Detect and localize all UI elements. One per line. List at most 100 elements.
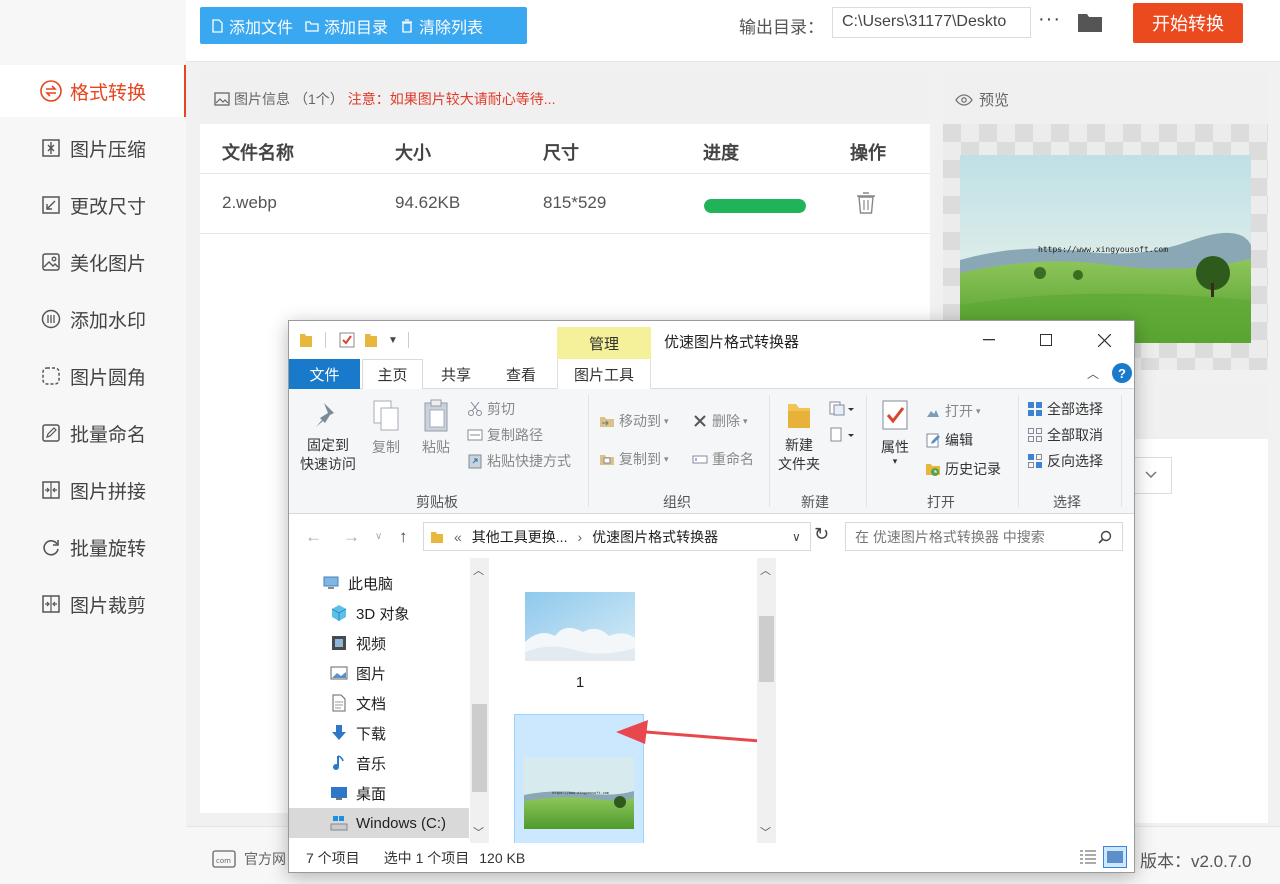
divider [407,332,409,348]
delete-row-icon[interactable] [856,191,876,215]
sidebar-item-round-corner[interactable]: 图片圆角 [0,350,186,402]
paste-button[interactable]: 粘贴 [415,399,457,457]
minimize-button[interactable] [969,327,1009,353]
sidebar-item-beautify[interactable]: 美化图片 [0,236,186,288]
nav-item-documents[interactable]: 文档 [289,688,469,718]
select-none-button[interactable]: 全部取消 [1027,425,1103,445]
new-item-button[interactable] [829,401,857,422]
tab-home[interactable]: 主页 [362,359,423,390]
add-file-button[interactable]: 添加文件 [210,14,293,38]
column-header-dims: 尺寸 [543,143,579,163]
nav-scrollbar[interactable]: ︿ ﹀ [470,558,489,843]
close-button[interactable] [1084,327,1124,353]
scrollbar-thumb[interactable] [472,704,487,792]
select-all-icon [1028,402,1042,416]
copy-to-button[interactable]: 复制到 ▾ [599,449,669,469]
new-folder-quick-icon[interactable] [364,331,378,349]
copy-path-button[interactable]: 复制路径 [467,425,543,445]
details-view-icon[interactable] [1079,849,1097,865]
nav-item-this-pc[interactable]: 此电脑 [289,568,469,598]
close-icon [1097,333,1111,347]
properties-icon [882,400,908,430]
nav-item-videos[interactable]: 视频 [289,628,469,658]
file-item[interactable]: 1 [515,568,645,696]
large-icons-view-icon[interactable] [1103,846,1127,868]
tab-file[interactable]: 文件 [289,359,360,389]
tab-view[interactable]: 查看 [491,359,551,389]
easy-access-button[interactable] [829,427,857,448]
start-convert-button[interactable]: 开始转换 [1133,3,1243,43]
desktop-icon [331,787,347,800]
scroll-down-icon[interactable]: ﹀ [473,824,484,840]
paste-shortcut-button[interactable]: 粘贴快捷方式 [467,451,571,471]
sidebar-item-compress[interactable]: 图片压缩 [0,122,186,174]
sidebar-item-resize[interactable]: 更改尺寸 [0,179,186,231]
rename-button[interactable]: 重命名 [692,449,754,469]
history-icon [926,464,940,476]
nav-item-desktop[interactable]: 桌面 [289,778,469,808]
copy-icon [373,400,399,431]
pin-quick-access-button[interactable]: 固定到 快速访问 [297,399,359,474]
nav-item-3d-objects[interactable]: 3D 对象 [289,598,469,628]
tab-share[interactable]: 共享 [429,359,483,389]
add-dir-button[interactable]: 添加目录 [305,14,388,38]
pictures-icon [330,666,348,680]
sidebar-item-stitch[interactable]: 图片拼接 [0,464,186,516]
file-thumbnail [525,592,635,661]
sidebar-item-rename[interactable]: 批量命名 [0,407,186,459]
output-dir-input[interactable]: C:\Users\31177\Deskto [832,7,1031,38]
breadcrumb-current[interactable]: 优速图片格式转换器 [592,527,718,547]
recent-locations-button[interactable]: ∨ [375,531,382,542]
help-icon[interactable]: ? [1112,363,1132,383]
scroll-up-icon[interactable]: ︿ [473,562,484,578]
cut-button[interactable]: 剪切 [467,399,515,419]
search-input[interactable]: 在 优速图片格式转换器 中搜索 [845,522,1123,551]
search-icon [1098,530,1112,544]
breadcrumb-parent[interactable]: 其他工具更换... [472,527,568,547]
move-to-button[interactable]: 移动到 ▾ [599,411,669,431]
address-dropdown-icon[interactable]: ∨ [792,530,801,544]
browse-more-button[interactable]: ··· [1038,8,1061,31]
new-folder-button[interactable]: 新建 文件夹 [773,399,825,474]
nav-item-windows-c[interactable]: Windows (C:) [289,808,469,838]
refresh-icon[interactable]: ↻ [814,524,829,545]
tab-manage[interactable]: 管理 [557,327,651,359]
scroll-up-icon[interactable]: ︿ [760,562,771,578]
customize-dropdown-icon[interactable]: ▼ [388,335,398,346]
scroll-down-icon[interactable]: ﹀ [760,824,771,840]
rotate-icon [40,536,62,558]
copy-button[interactable]: 复制 [365,399,407,457]
thumbnail-watermark: https://www.xingyousoft.com [552,791,609,795]
tab-image-tools[interactable]: 图片工具 [557,359,651,389]
forward-button[interactable]: → [343,527,360,547]
sidebar-item-watermark[interactable]: 添加水印 [0,293,186,345]
sidebar-item-format-convert[interactable]: 格式转换 [0,65,186,117]
edit-button[interactable]: 编辑 [925,430,973,450]
select-all-button[interactable]: 全部选择 [1027,399,1103,419]
content-scrollbar[interactable]: ︿ ﹀ [757,558,776,843]
collapse-ribbon-icon[interactable]: ︿ [1087,365,1099,382]
nav-item-music[interactable]: 音乐 [289,748,469,778]
open-button[interactable]: 打开 ▾ [925,401,981,421]
sidebar-item-rotate[interactable]: 批量旋转 [0,521,186,573]
scrollbar-thumb[interactable] [759,616,774,682]
clear-list-button[interactable]: 清除列表 [400,14,483,38]
back-button[interactable]: ← [305,527,322,547]
resize-icon [40,194,62,216]
up-button[interactable]: ↑ [399,527,408,547]
history-button[interactable]: 历史记录 [925,459,1001,479]
maximize-button[interactable] [1026,327,1066,353]
invert-selection-button[interactable]: 反向选择 [1027,451,1103,471]
official-site-link[interactable]: com 官方网 [212,849,286,869]
nav-item-downloads[interactable]: 下载 [289,718,469,748]
properties-check-icon[interactable] [338,331,356,349]
music-icon [333,755,344,770]
nav-item-pictures[interactable]: 图片 [289,658,469,688]
delete-button[interactable]: 删除 ▾ [692,411,748,431]
address-input[interactable]: « 其他工具更换... › 优速图片格式转换器 ∨ [423,522,811,551]
format-select[interactable] [1134,457,1172,494]
sidebar-item-crop[interactable]: 图片裁剪 [0,578,186,630]
sidebar-item-label: 美化图片 [70,253,147,275]
open-folder-icon[interactable] [1077,11,1103,33]
properties-button[interactable]: 属性 ▾ [873,399,917,466]
